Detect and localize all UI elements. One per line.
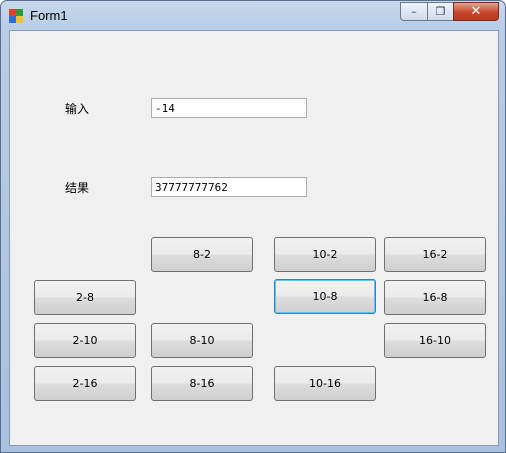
input-label: 输入 xyxy=(65,102,90,116)
convert-2-10-button[interactable]: 2-10 xyxy=(34,323,136,358)
form-client-area: 输入 结果 8-2 10-2 16-2 2-8 10-8 16-8 2-10 8… xyxy=(9,30,499,446)
convert-8-2-button[interactable]: 8-2 xyxy=(151,237,253,272)
app-icon[interactable] xyxy=(9,9,23,23)
maximize-button[interactable]: ❐ xyxy=(427,2,453,21)
minimize-icon: – xyxy=(411,5,417,18)
form1-window: Form1 – ❐ ✕ 输入 结果 8-2 10-2 16-2 2-8 10-8… xyxy=(0,0,506,453)
convert-16-2-button[interactable]: 16-2 xyxy=(384,237,486,272)
title-bar[interactable]: Form1 – ❐ ✕ xyxy=(1,1,505,30)
convert-16-10-button[interactable]: 16-10 xyxy=(384,323,486,358)
input-field[interactable] xyxy=(151,98,307,118)
minimize-button[interactable]: – xyxy=(400,2,427,21)
window-title: Form1 xyxy=(30,8,68,23)
convert-10-2-button[interactable]: 10-2 xyxy=(274,237,376,272)
convert-16-8-button[interactable]: 16-8 xyxy=(384,280,486,315)
close-button[interactable]: ✕ xyxy=(453,2,499,21)
convert-2-16-button[interactable]: 2-16 xyxy=(34,366,136,401)
result-label: 结果 xyxy=(65,181,90,195)
convert-2-8-button[interactable]: 2-8 xyxy=(34,280,136,315)
convert-10-16-button[interactable]: 10-16 xyxy=(274,366,376,401)
convert-8-16-button[interactable]: 8-16 xyxy=(151,366,253,401)
convert-8-10-button[interactable]: 8-10 xyxy=(151,323,253,358)
close-icon: ✕ xyxy=(470,4,482,19)
result-field[interactable] xyxy=(151,177,307,197)
caption-buttons: – ❐ ✕ xyxy=(400,2,499,21)
maximize-icon: ❐ xyxy=(435,5,446,18)
convert-10-8-button[interactable]: 10-8 xyxy=(274,279,376,314)
